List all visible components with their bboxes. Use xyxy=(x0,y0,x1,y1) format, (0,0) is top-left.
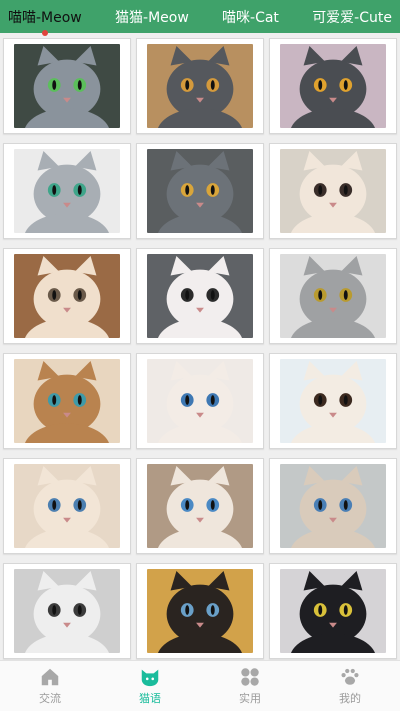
gray-cat-photo xyxy=(280,44,386,128)
cat-photo-card[interactable] xyxy=(3,563,131,659)
cat-photo-card[interactable] xyxy=(269,458,397,554)
tabby-cat-photo xyxy=(280,254,386,338)
cat-photo-card[interactable] xyxy=(3,458,131,554)
nav-item-mine[interactable]: 我的 xyxy=(310,666,390,706)
siamese-cat-photo xyxy=(147,464,253,548)
nav-label: 实用 xyxy=(239,692,261,705)
nav-item-communication[interactable]: 交流 xyxy=(10,666,90,706)
cat-photo-card[interactable] xyxy=(136,353,264,449)
cat-photo-card[interactable] xyxy=(3,248,131,344)
nav-label: 我的 xyxy=(339,692,361,705)
cat-photo-card[interactable] xyxy=(136,458,264,554)
cat-photo-card[interactable] xyxy=(269,563,397,659)
grid-icon xyxy=(241,668,259,686)
gray-cat-photo xyxy=(14,149,120,233)
exotic-cat-photo xyxy=(280,359,386,443)
cat-photo-card[interactable] xyxy=(3,353,131,449)
tab-label: 喵咪-Cat xyxy=(222,9,279,26)
white-cat-photo xyxy=(14,569,120,653)
gray-cat-photo xyxy=(147,44,253,128)
fluffy-cat-photo xyxy=(14,254,120,338)
cat-photo-card[interactable] xyxy=(3,38,131,134)
cat-photo-card[interactable] xyxy=(136,563,264,659)
calico-cat-photo xyxy=(280,149,386,233)
tab-label: 猫猫-Meow xyxy=(115,9,189,26)
cat-photo-grid xyxy=(0,33,400,660)
cat-photo-card[interactable] xyxy=(136,248,264,344)
cat-face-icon xyxy=(141,669,159,687)
tab-miaomi-cat[interactable]: 喵咪-Cat xyxy=(222,7,279,27)
nav-label: 猫语 xyxy=(139,692,161,705)
bottom-navigation: 交流 猫语 实用 我的 xyxy=(0,660,400,711)
siamese-cat-photo xyxy=(147,569,253,653)
cat-photo-card[interactable] xyxy=(136,38,264,134)
cat-photo-card[interactable] xyxy=(3,143,131,239)
tab-label: 喵喵-Meow xyxy=(8,9,82,26)
tab-maomao-meow[interactable]: 猫猫-Meow xyxy=(115,7,189,27)
white-cat-photo xyxy=(147,254,253,338)
tab-miaomiao-meow[interactable]: 喵喵-Meow xyxy=(8,7,82,36)
cat-photo-card[interactable] xyxy=(269,143,397,239)
ragdoll-cat-photo xyxy=(147,359,253,443)
siamese-cat-photo xyxy=(280,464,386,548)
orange-cat-photo xyxy=(14,359,120,443)
top-tab-bar: 喵喵-Meow 猫猫-Meow 喵咪-Cat 可爱爱-Cute xyxy=(0,0,400,36)
cat-photo-card[interactable] xyxy=(269,353,397,449)
ragdoll-cat-photo xyxy=(14,464,120,548)
nav-item-utilities[interactable]: 实用 xyxy=(210,666,290,706)
cat-photo-card[interactable] xyxy=(269,248,397,344)
cat-photo-card[interactable] xyxy=(136,143,264,239)
black-cat-photo xyxy=(280,569,386,653)
gray-cat-photo xyxy=(147,149,253,233)
home-icon xyxy=(41,668,59,686)
gray-cat-photo xyxy=(14,44,120,128)
nav-item-cat-language[interactable]: 猫语 xyxy=(110,666,190,706)
cat-photo-card[interactable] xyxy=(269,38,397,134)
tab-keaiai-cute[interactable]: 可爱爱-Cute xyxy=(312,7,392,27)
paw-icon xyxy=(341,668,359,685)
nav-label: 交流 xyxy=(39,692,61,705)
tab-label: 可爱爱-Cute xyxy=(312,9,392,26)
